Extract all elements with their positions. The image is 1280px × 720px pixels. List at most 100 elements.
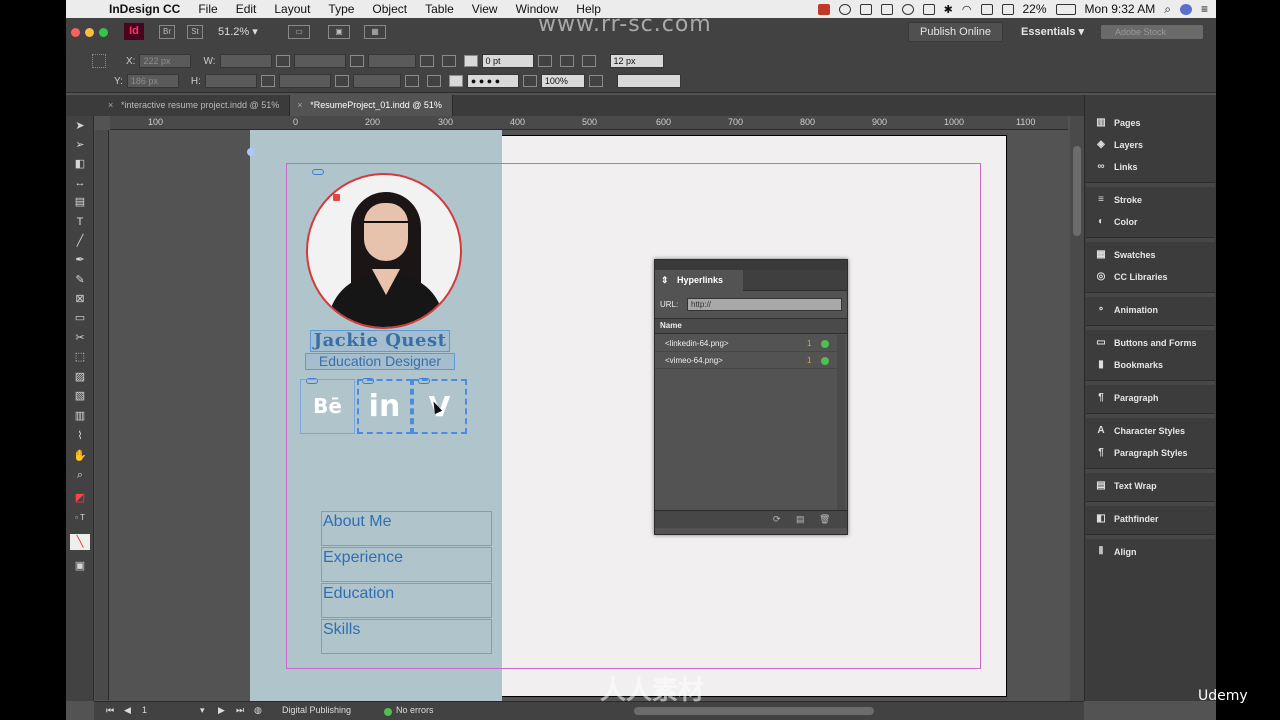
panel-group-grip[interactable] <box>1086 182 1215 187</box>
reference-point-icon[interactable] <box>92 54 106 68</box>
panel-group-grip[interactable] <box>1086 237 1215 242</box>
url-field[interactable]: http:// <box>687 298 842 311</box>
panel-paragraph[interactable]: ¶ Paragraph <box>1086 387 1215 409</box>
hyperlink-page-link[interactable]: 1 <box>807 352 811 369</box>
rectangle-tool-icon[interactable]: ▭ <box>70 310 90 326</box>
stock-button[interactable]: St <box>187 25 203 39</box>
minimize-window-icon[interactable] <box>85 28 94 37</box>
arrange-documents-button[interactable]: ▦ <box>364 25 386 39</box>
rotate-ccw-icon[interactable] <box>419 55 434 67</box>
stroke-weight-field[interactable]: 0 pt <box>481 54 534 68</box>
panel-align[interactable]: ⫴ Align <box>1086 541 1215 563</box>
font-size-field[interactable]: 12 px <box>609 54 664 68</box>
behance-button[interactable]: Bē <box>300 379 355 434</box>
sync-icon[interactable] <box>880 3 893 15</box>
y-field[interactable]: 186 px <box>126 74 179 88</box>
scale-x-field[interactable] <box>293 54 346 68</box>
first-page-icon[interactable]: ⏮ <box>106 705 114 716</box>
panel-buttons-forms[interactable]: ▭ Buttons and Forms <box>1086 332 1215 354</box>
menu-experience[interactable]: Experience <box>321 547 492 582</box>
clock[interactable]: Mon 9:32 AM <box>1085 2 1156 16</box>
rectangle-frame-tool-icon[interactable]: ⊠ <box>70 291 90 307</box>
panel-stroke[interactable]: ≡ Stroke <box>1086 189 1215 211</box>
opacity-field[interactable]: 100% <box>540 74 585 88</box>
hand-tool-icon[interactable]: ✋ <box>70 448 90 464</box>
x-field[interactable]: 222 px <box>139 54 192 68</box>
screen-mode-icon[interactable]: ▣ <box>70 558 90 574</box>
hyperlink-page-link[interactable]: 1 <box>807 335 811 352</box>
align-left-icon[interactable] <box>581 55 596 67</box>
line-tool-icon[interactable]: ╱ <box>70 233 90 249</box>
vertical-scroll-thumb[interactable] <box>1073 146 1081 236</box>
bluetooth-icon[interactable]: ✱ <box>944 3 953 16</box>
last-page-icon[interactable]: ⏭ <box>236 705 244 716</box>
rotate-field[interactable] <box>367 54 416 68</box>
resume-name[interactable]: Jackie Quest <box>310 330 450 352</box>
panel-cc-libraries[interactable]: ◎ CC Libraries <box>1086 266 1215 288</box>
airplay-icon[interactable] <box>980 3 993 15</box>
panel-title-bar[interactable] <box>655 260 847 270</box>
spotlight-icon[interactable]: ⌕ <box>1164 2 1171 17</box>
h-field[interactable] <box>204 74 257 88</box>
zoom-tool-icon[interactable]: ⌕ <box>70 467 90 483</box>
menu-edit[interactable]: Edit <box>227 0 266 18</box>
stroke-type-field[interactable]: ● ● ● ● <box>466 74 519 88</box>
hyperlink-row[interactable]: <vimeo-64.png> 1 <box>655 352 837 369</box>
tab-interactive-resume[interactable]: × *interactive resume project.indd @ 51% <box>101 95 291 116</box>
refresh-icon[interactable]: ⟳ <box>773 514 781 525</box>
direct-selection-tool-icon[interactable]: ➢ <box>70 137 90 153</box>
formatting-affects-icon[interactable]: ▫ T <box>70 510 90 526</box>
panel-character-styles[interactable]: A Character Styles <box>1086 420 1215 442</box>
panel-group-grip[interactable] <box>1086 325 1215 330</box>
panel-paragraph-styles[interactable]: ¶ Paragraph Styles <box>1086 442 1215 464</box>
page-tool-icon[interactable]: ◧ <box>70 156 90 172</box>
horizontal-ruler[interactable]: 100 0 200 300 400 500 600 700 800 900 10… <box>110 116 1068 130</box>
time-machine-icon[interactable] <box>901 3 914 15</box>
wifi-icon[interactable]: ◠ <box>962 3 972 16</box>
profile-photo[interactable] <box>306 173 462 329</box>
dropbox-icon[interactable] <box>838 3 851 15</box>
fill-stroke-swatch-icon[interactable]: ◩ <box>70 490 90 506</box>
panel-scrollbar[interactable] <box>837 335 845 510</box>
horizontal-scroll-thumb[interactable] <box>634 707 874 715</box>
gradient-tool-icon[interactable]: ▨ <box>70 369 90 385</box>
notification-center-icon[interactable]: ≡ <box>1201 2 1208 16</box>
view-options-button[interactable]: ▭ <box>288 25 310 39</box>
distribute-icon[interactable] <box>588 75 603 87</box>
panel-group-grip[interactable] <box>1086 468 1215 473</box>
panel-layers[interactable]: ◈ Layers <box>1086 134 1215 156</box>
panel-group-grip[interactable] <box>1086 380 1215 385</box>
panel-group-grip[interactable] <box>1086 292 1215 297</box>
hyperlinks-tab[interactable]: ⇕ Hyperlinks <box>655 269 744 291</box>
close-tab-icon[interactable]: × <box>297 95 302 116</box>
panel-group-grip[interactable] <box>1086 501 1215 506</box>
resume-role[interactable]: Education Designer <box>305 353 455 370</box>
delete-icon[interactable]: 🗑 <box>819 514 830 525</box>
content-collector-icon[interactable]: ▤ <box>70 194 90 210</box>
workspace-switcher[interactable]: Essentials ▾ <box>1021 25 1084 38</box>
bridge-button[interactable]: Br <box>159 25 175 39</box>
preflight-profile[interactable]: Digital Publishing <box>282 705 351 715</box>
apply-none-icon[interactable]: ╲ <box>70 534 90 550</box>
frame-style-field[interactable] <box>616 74 681 88</box>
menu-skills[interactable]: Skills <box>321 619 492 654</box>
page-number[interactable]: 1 <box>142 705 147 715</box>
panel-swatches[interactable]: ▦ Swatches <box>1086 244 1215 266</box>
panel-group-grip[interactable] <box>1086 413 1215 418</box>
fx-icon[interactable] <box>559 55 574 67</box>
panel-color[interactable]: ◐ Color <box>1086 211 1215 233</box>
screen-mode-button[interactable]: ▣ <box>328 25 350 39</box>
linkedin-button[interactable]: in <box>357 379 412 434</box>
adobe-stock-search[interactable]: Adobe Stock <box>1101 25 1203 39</box>
menu-type[interactable]: Type <box>319 0 363 18</box>
eyedropper-tool-icon[interactable]: ⌇ <box>70 428 90 444</box>
pasteboard[interactable]: Jackie Quest Education Designer Bē in V … <box>110 130 1068 701</box>
w-field[interactable] <box>219 54 272 68</box>
panel-pathfinder[interactable]: ◧ Pathfinder <box>1086 508 1215 530</box>
vertical-scrollbar[interactable] <box>1070 116 1084 703</box>
panel-text-wrap[interactable]: ▤ Text Wrap <box>1086 475 1215 497</box>
record-icon[interactable] <box>817 3 830 15</box>
shear-field[interactable] <box>352 74 401 88</box>
zoom-level[interactable]: 51.2% ▾ <box>218 25 258 38</box>
close-tab-icon[interactable]: × <box>108 95 113 116</box>
